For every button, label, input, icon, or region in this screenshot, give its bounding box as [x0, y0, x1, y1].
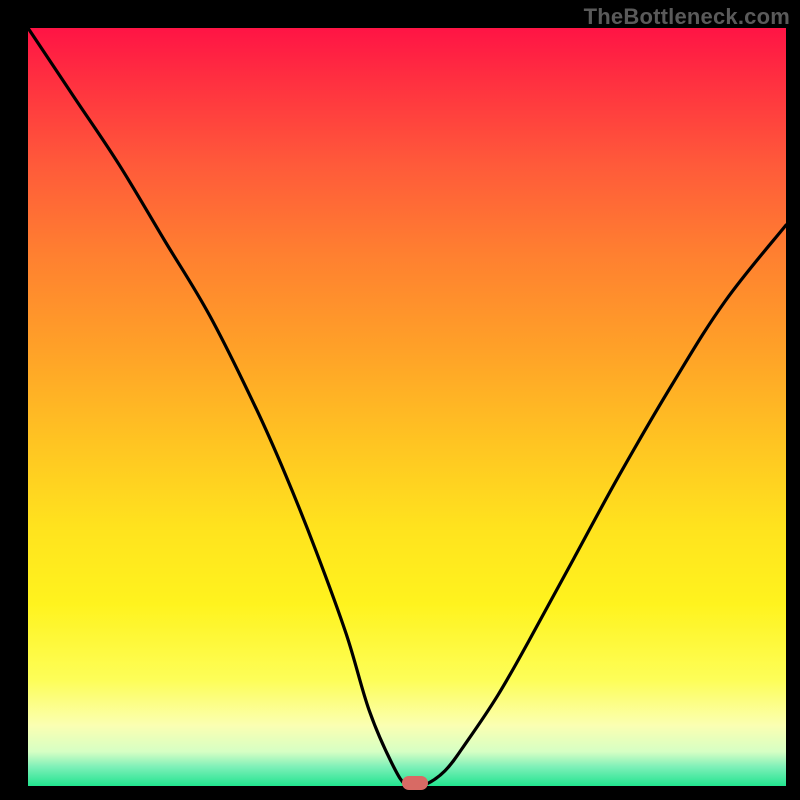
curve-path [28, 28, 786, 786]
plot-area [28, 28, 786, 786]
attribution-text: TheBottleneck.com [584, 4, 790, 30]
chart-frame: TheBottleneck.com [0, 0, 800, 800]
curve-svg [28, 28, 786, 786]
bottleneck-marker [402, 776, 428, 790]
